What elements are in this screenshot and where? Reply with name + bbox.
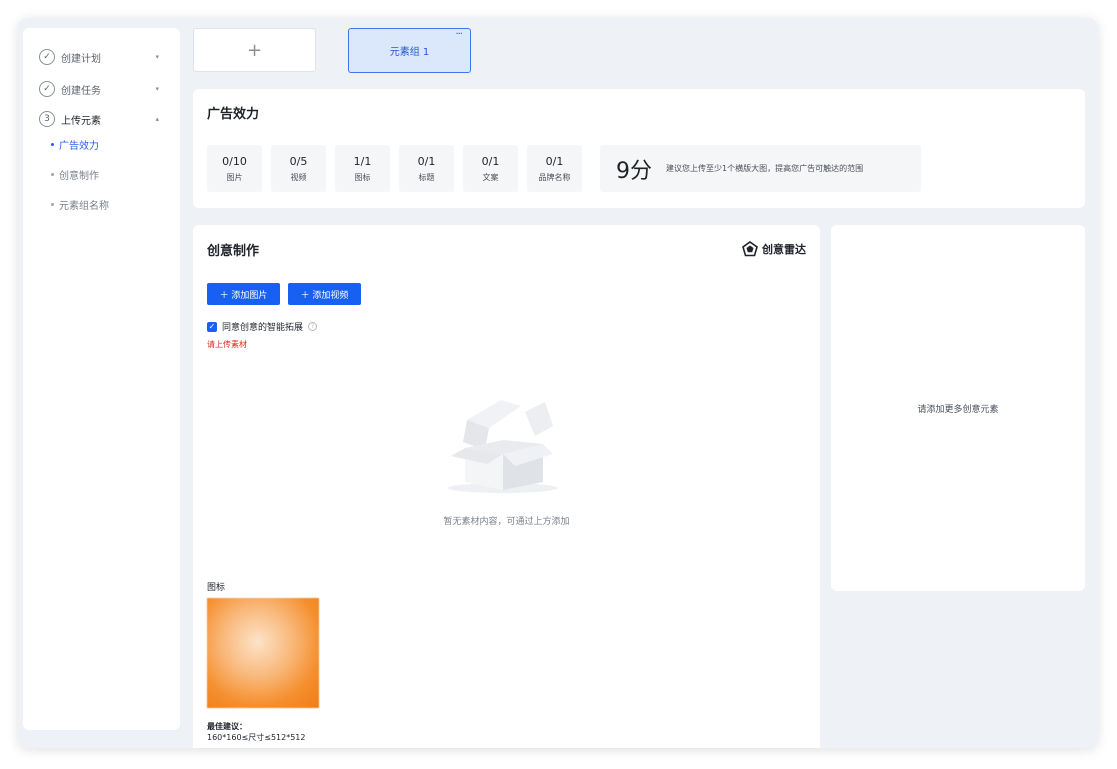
metric-copy: 0/1 文案 bbox=[463, 145, 518, 192]
metric-value: 0/5 bbox=[289, 154, 308, 168]
sidebar-step-label: 创建任务 bbox=[61, 85, 101, 97]
bullet-icon bbox=[51, 203, 54, 206]
metric-label: 品牌名称 bbox=[538, 172, 571, 182]
chevron-down-icon[interactable]: ▾ bbox=[155, 53, 159, 61]
smart-expand-option: ✓ 同意创意的智能拓展 ? bbox=[207, 320, 318, 333]
metric-titles: 0/1 标题 bbox=[399, 145, 454, 192]
step-number-icon: 3 bbox=[39, 111, 55, 127]
metric-value: 0/1 bbox=[545, 154, 564, 168]
bullet-icon bbox=[51, 173, 54, 176]
creative-card: 创意制作 创意雷达 ＋ 添加图片 ＋ 添加视频 ✓ 同意创意的智能拓展 ? 请上… bbox=[193, 225, 820, 748]
app-frame: ✓ 创建计划 ▾ ✓ 创建任务 ▾ 3 上传元素 ▴ 广告效力 创意制作 元素组… bbox=[18, 18, 1098, 748]
more-icon[interactable]: ··· bbox=[455, 29, 462, 40]
metric-images: 0/10 图片 bbox=[207, 145, 262, 192]
sidebar-step-upload-elements[interactable]: 3 上传元素 ▴ bbox=[39, 109, 159, 129]
empty-state-text: 暂无素材内容，可通过上方添加 bbox=[443, 517, 570, 527]
check-circle-icon: ✓ bbox=[39, 49, 55, 65]
radar-label: 创意雷达 bbox=[762, 243, 806, 256]
add-group-tab-button[interactable]: + bbox=[193, 28, 316, 72]
ad-effect-title: 广告效力 bbox=[207, 107, 260, 122]
sidebar-subitem-label: 元素组名称 bbox=[59, 201, 109, 212]
sidebar-step-label: 上传元素 bbox=[61, 115, 101, 127]
metric-label: 视频 bbox=[290, 172, 307, 182]
smart-expand-label: 同意创意的智能拓展 bbox=[222, 323, 304, 333]
sidebar-step-create-task[interactable]: ✓ 创建任务 ▾ bbox=[39, 79, 159, 99]
sidebar-subitem-ad-effect[interactable]: 广告效力 bbox=[51, 137, 99, 152]
check-circle-icon: ✓ bbox=[39, 81, 55, 97]
chevron-up-icon[interactable]: ▴ bbox=[155, 115, 159, 123]
tab-label: 元素组 1 bbox=[389, 47, 430, 58]
add-image-button[interactable]: ＋ 添加图片 bbox=[207, 283, 280, 305]
upload-warning: 请上传素材 bbox=[207, 340, 247, 349]
radar-icon bbox=[742, 241, 758, 257]
help-icon[interactable]: ? bbox=[308, 322, 318, 331]
metric-label: 图标 bbox=[354, 172, 371, 182]
chevron-down-icon[interactable]: ▾ bbox=[155, 85, 159, 93]
metric-value: 0/1 bbox=[481, 154, 500, 168]
bullet-icon bbox=[51, 143, 54, 146]
metric-brand-name: 0/1 品牌名称 bbox=[527, 145, 582, 192]
ad-effect-card: 广告效力 0/10 图片 0/5 视频 1/1 图标 0/1 标题 0/1 文案… bbox=[193, 89, 1085, 208]
metric-icons: 1/1 图标 bbox=[335, 145, 390, 192]
metric-label: 图片 bbox=[226, 172, 243, 182]
metric-label: 文案 bbox=[482, 172, 499, 182]
add-video-button[interactable]: ＋ 添加视频 bbox=[288, 283, 361, 305]
sidebar-subitem-creative[interactable]: 创意制作 bbox=[51, 167, 99, 182]
sidebar: ✓ 创建计划 ▾ ✓ 创建任务 ▾ 3 上传元素 ▴ 广告效力 创意制作 元素组… bbox=[23, 28, 180, 730]
sidebar-subitem-label: 创意制作 bbox=[59, 171, 99, 182]
best-suggestion-title: 最佳建议： bbox=[207, 722, 247, 731]
score-tip: 建议您上传至少1个横版大图，提高您广告可触达的范围 bbox=[666, 164, 864, 173]
best-suggestion: 最佳建议： 160*160≤尺寸≤512*512 bbox=[207, 721, 305, 743]
sidebar-subitem-label: 广告效力 bbox=[59, 141, 99, 152]
metric-label: 标题 bbox=[418, 172, 435, 182]
metric-value: 0/1 bbox=[417, 154, 436, 168]
metric-value: 0/10 bbox=[222, 154, 247, 168]
metric-videos: 0/5 视频 bbox=[271, 145, 326, 192]
sidebar-subitem-group-name[interactable]: 元素组名称 bbox=[51, 197, 109, 212]
score-value: 9分 bbox=[616, 158, 652, 184]
preview-empty-text: 请添加更多创意元素 bbox=[917, 404, 999, 415]
icon-image-preview[interactable] bbox=[207, 598, 319, 708]
icon-section-label: 图标 bbox=[207, 583, 226, 593]
empty-box-illustration bbox=[448, 400, 558, 493]
score-box: 9分 建议您上传至少1个横版大图，提高您广告可触达的范围 bbox=[600, 145, 921, 192]
smart-expand-checkbox[interactable]: ✓ bbox=[207, 321, 217, 332]
creative-title: 创意制作 bbox=[207, 244, 260, 259]
metric-value: 1/1 bbox=[353, 154, 372, 168]
creative-preview-panel: 请添加更多创意元素 bbox=[831, 225, 1085, 591]
sidebar-step-label: 创建计划 bbox=[61, 53, 101, 65]
best-suggestion-size: 160*160≤尺寸≤512*512 bbox=[207, 733, 306, 742]
sidebar-step-create-plan[interactable]: ✓ 创建计划 ▾ bbox=[39, 47, 159, 67]
creative-radar-link[interactable]: 创意雷达 bbox=[742, 241, 806, 257]
tab-element-group-1[interactable]: 元素组 1 ··· bbox=[348, 28, 471, 73]
